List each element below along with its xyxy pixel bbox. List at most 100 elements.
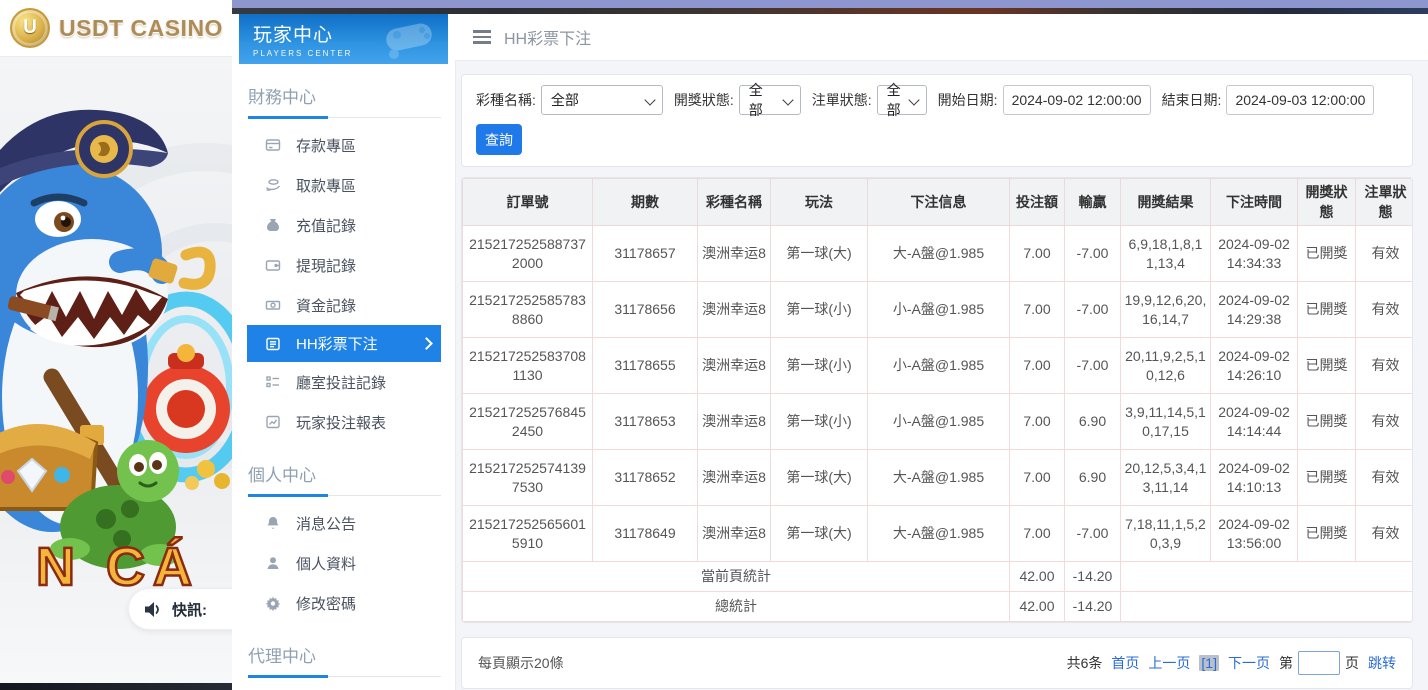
- lottery-bet-icon: [265, 336, 281, 352]
- end-date-input[interactable]: [1226, 85, 1374, 115]
- sidebar-item[interactable]: 個人資料: [247, 543, 441, 583]
- table-row: 215217252588737200031178657澳洲幸运8第一球(大)大-…: [463, 226, 1414, 282]
- cell-bet-amount: 7.00: [1010, 226, 1065, 282]
- sidebar-item-label: 提現記錄: [296, 255, 356, 276]
- sidebar-item[interactable]: 玩家投注報表: [247, 402, 441, 442]
- cell-win-loss: 6.90: [1065, 394, 1121, 450]
- bets-table: 訂單號期數彩種名稱玩法下注信息投注額輸贏開獎結果下注時間開獎狀態注單狀態 215…: [462, 178, 1413, 622]
- section-title: 財務中心: [248, 83, 441, 108]
- sidebar-item[interactable]: HH彩票下注: [247, 325, 441, 362]
- order-status-label: 注單狀態:: [812, 90, 872, 110]
- sidebar-item-label: 個人資料: [296, 553, 356, 574]
- cell-play-type: 第一球(大): [771, 450, 868, 506]
- main-header: HH彩票下注: [455, 14, 1428, 61]
- withdraw-hand-icon: [265, 177, 281, 193]
- start-date-input[interactable]: [1003, 85, 1151, 115]
- main-content: 彩種名稱: 全部 開獎狀態: 全部 注單狀態: 全部 開始日期:: [455, 61, 1428, 689]
- sidebar-item-label: HH彩票下注: [296, 333, 378, 354]
- current-page: [1]: [1199, 655, 1219, 671]
- page-jump-input[interactable]: [1298, 651, 1340, 675]
- cell-draw-status: 已開獎: [1298, 282, 1356, 338]
- cell-bet-info: 大-A盤@1.985: [868, 506, 1010, 562]
- jump-prefix: 第: [1279, 653, 1293, 673]
- bottom-strip: [0, 683, 232, 690]
- page-title: HH彩票下注: [504, 25, 591, 49]
- bets-table-card: 訂單號期數彩種名稱玩法下注信息投注額輸贏開獎結果下注時間開獎狀態注單狀態 215…: [461, 177, 1413, 623]
- jump-button[interactable]: 跳转: [1368, 653, 1396, 673]
- cell-win-loss: -7.00: [1065, 338, 1121, 394]
- section-title: 代理中心: [248, 642, 441, 667]
- draw-status-label: 開獎狀態:: [674, 90, 734, 110]
- next-page-link[interactable]: 下一页: [1228, 653, 1270, 673]
- cell-play-type: 第一球(大): [771, 226, 868, 282]
- sidebar-item[interactable]: 消息公告: [247, 503, 441, 543]
- cell-draw-status: 已開獎: [1298, 506, 1356, 562]
- sidebar-item[interactable]: 取款專區: [247, 165, 441, 205]
- sidebar-item[interactable]: 存款專區: [247, 125, 441, 165]
- sidebar-item-label: 存款專區: [296, 135, 356, 156]
- sidebar-item-label: 取款專區: [296, 175, 356, 196]
- hamburger-menu-icon[interactable]: [473, 30, 491, 44]
- sidebar-item[interactable]: 充值記錄: [247, 205, 441, 245]
- lottery-name-select[interactable]: 全部: [541, 85, 663, 115]
- brand-name: USDT CASINO: [59, 15, 223, 42]
- cell-bet-time: 2024-09-02 14:10:13: [1211, 450, 1298, 506]
- lottery-name-value: 全部: [551, 90, 579, 110]
- draw-status-select[interactable]: 全部: [739, 85, 801, 115]
- cell-draw-status: 已開獎: [1298, 450, 1356, 506]
- cell-period: 31178657: [593, 226, 698, 282]
- gamepad-icon: [380, 20, 438, 60]
- cell-lottery-name: 澳洲幸运8: [698, 226, 771, 282]
- cell-win-loss: -7.00: [1065, 282, 1121, 338]
- table-row: 215217252576845245031178653澳洲幸运8第一球(小)小-…: [463, 394, 1414, 450]
- column-header: 訂單號: [463, 179, 593, 226]
- coin-logo-icon: U: [10, 8, 50, 48]
- bet-report-icon: [265, 414, 281, 430]
- cell-bet-info: 小-A盤@1.985: [868, 282, 1010, 338]
- table-row: 215217252574139753031178652澳洲幸运8第一球(大)大-…: [463, 450, 1414, 506]
- cell-order-status: 有效: [1356, 506, 1414, 562]
- sidebar-item-label: 玩家投注報表: [296, 412, 386, 433]
- cell-order-no: 2152172525837081130: [463, 338, 593, 394]
- summary-win-loss-total: -14.20: [1065, 562, 1121, 592]
- filter-panel: 彩種名稱: 全部 開獎狀態: 全部 注單狀態: 全部 開始日期:: [461, 74, 1413, 167]
- column-header: 注單狀態: [1356, 179, 1414, 226]
- cell-bet-info: 大-A盤@1.985: [868, 226, 1010, 282]
- cell-order-status: 有效: [1356, 450, 1414, 506]
- jump-suffix: 页: [1345, 653, 1359, 673]
- announcement-bell-icon: [265, 515, 281, 531]
- column-header: 開獎狀態: [1298, 179, 1356, 226]
- cell-win-loss: -7.00: [1065, 226, 1121, 282]
- pagination-bar: 每頁顯示20條 共6条 首页 上一页 [1] 下一页 第 页 跳转: [461, 637, 1413, 689]
- cell-draw-result: 20,12,5,3,4,13,11,14: [1121, 450, 1211, 506]
- sidebar-item-label: 修改密碼: [296, 593, 356, 614]
- order-status-select[interactable]: 全部: [877, 85, 927, 115]
- sidebar-item[interactable]: 廳室投註記錄: [247, 362, 441, 402]
- sidebar-item[interactable]: 代理規則說明: [247, 684, 441, 690]
- sidebar-item[interactable]: 資金記錄: [247, 285, 441, 325]
- cell-order-status: 有效: [1356, 226, 1414, 282]
- cell-period: 31178653: [593, 394, 698, 450]
- summary-label: 總統計: [463, 592, 1010, 622]
- cell-period: 31178656: [593, 282, 698, 338]
- end-date-label: 結束日期:: [1162, 90, 1222, 110]
- cell-order-status: 有效: [1356, 394, 1414, 450]
- first-page-link[interactable]: 首页: [1111, 653, 1139, 673]
- brand-logo[interactable]: U USDT CASINO: [0, 0, 232, 57]
- cell-draw-status: 已開獎: [1298, 338, 1356, 394]
- summary-label: 當前頁統計: [463, 562, 1010, 592]
- column-header: 彩種名稱: [698, 179, 771, 226]
- cell-order-no: 2152172525656015910: [463, 506, 593, 562]
- total-count: 共6条: [1067, 653, 1103, 673]
- cell-bet-time: 2024-09-02 13:56:00: [1211, 506, 1298, 562]
- cell-bet-time: 2024-09-02 14:26:10: [1211, 338, 1298, 394]
- draw-status-value: 全部: [749, 80, 776, 120]
- cell-order-no: 2152172525741397530: [463, 450, 593, 506]
- news-ticker[interactable]: 快訊:: [128, 588, 232, 630]
- query-button[interactable]: 查詢: [476, 124, 522, 155]
- cell-play-type: 第一球(小): [771, 282, 868, 338]
- sidebar-item[interactable]: 修改密碼: [247, 583, 441, 623]
- top-banner-strips: [232, 0, 1428, 14]
- prev-page-link[interactable]: 上一页: [1148, 653, 1190, 673]
- sidebar-item[interactable]: 提現記錄: [247, 245, 441, 285]
